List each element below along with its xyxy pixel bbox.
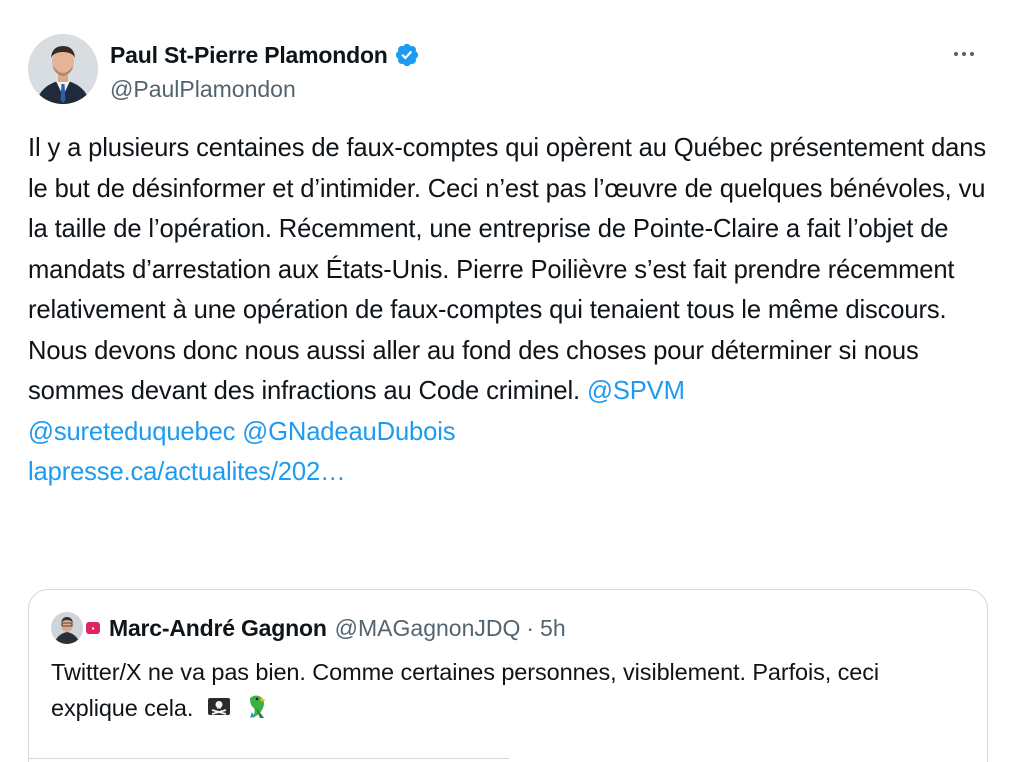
more-options-icon[interactable] [944,42,984,66]
pirate-flag-emoji-icon [206,694,232,730]
tweet-text: Il y a plusieurs centaines de faux-compt… [28,134,987,405]
quoted-author-handle[interactable]: @MAGagnonJDQ [335,615,521,642]
mention-sureteduquebec[interactable]: @sureteduquebec [28,418,235,446]
author-handle[interactable]: @PaulPlamondon [110,76,420,103]
author-names: Paul St-Pierre Plamondon @PaulPlamondon [110,40,420,103]
quoted-tweet-header: ▪ Marc-André Gagnon @MAGagnonJDQ · 5h [51,612,965,644]
parrot-emoji-icon [244,692,272,730]
mention-spvm[interactable]: @SPVM [587,377,685,405]
separator-dot: · [526,614,535,641]
quoted-tweet-text-block: Twitter/X ne va pas bien. Comme certaine… [51,654,965,730]
tweet-body: Il y a plusieurs centaines de faux-compt… [28,128,998,493]
verified-badge-icon[interactable] [394,42,420,68]
article-link[interactable]: lapresse.ca/actualites/202… [28,458,346,486]
quoted-author-display-name[interactable]: Marc-André Gagnon [109,615,327,642]
author-avatar[interactable] [28,34,98,104]
tweet: Paul St-Pierre Plamondon @PaulPlamondon … [0,0,1012,762]
quoted-author-avatar[interactable] [51,612,83,644]
quoted-tweet-time[interactable]: 5h [540,615,566,642]
affiliation-badge-icon[interactable]: ▪ [86,622,100,634]
quoted-tweet-media[interactable] [29,758,509,762]
author-display-name[interactable]: Paul St-Pierre Plamondon [110,42,388,69]
quoted-tweet[interactable]: ▪ Marc-André Gagnon @MAGagnonJDQ · 5h Tw… [28,589,988,762]
mention-gnadeaudubois[interactable]: @GNadeauDubois [242,418,455,446]
quoted-tweet-text: Twitter/X ne va pas bien. Comme certaine… [51,659,880,721]
tweet-header: Paul St-Pierre Plamondon @PaulPlamondon [28,34,984,106]
